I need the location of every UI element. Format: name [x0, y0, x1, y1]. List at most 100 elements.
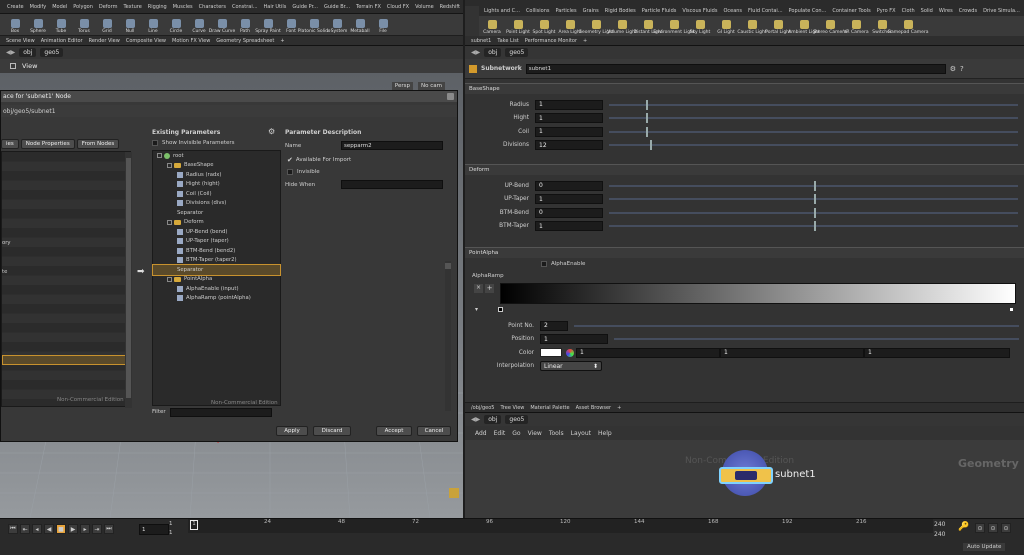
show-invisible-row[interactable]: Show Invisible Parameters: [152, 140, 235, 146]
gear-icon[interactable]: ⚙: [950, 65, 956, 73]
show-invisible-checkbox[interactable]: [152, 140, 158, 146]
network-menu-item[interactable]: Add: [475, 430, 487, 437]
parameter-type-list[interactable]: ory te Non-Commercial Edition: [1, 151, 132, 408]
dialog-tab[interactable]: Node Properties: [20, 139, 75, 149]
expander-icon[interactable]: [157, 153, 162, 159]
pane-tab[interactable]: Motion FX View: [172, 38, 210, 44]
param-field[interactable]: 1: [535, 113, 603, 124]
shelf-tab[interactable]: Pyro FX: [874, 8, 899, 14]
shelf-tool[interactable]: Tube: [50, 19, 72, 35]
shelf-tool[interactable]: Platonic Solids: [298, 19, 330, 35]
shelf-tab[interactable]: Crowds: [956, 8, 980, 14]
back-icon[interactable]: ◀▶: [6, 49, 15, 56]
current-frame-field[interactable]: 1: [139, 524, 169, 535]
shelf-tool[interactable]: Geometry Light: [578, 20, 614, 36]
node-label[interactable]: subnet1: [775, 469, 816, 480]
step-back-icon[interactable]: ◂: [32, 524, 42, 534]
shelf-tool[interactable]: Spot Light: [531, 20, 557, 36]
shelf-tab[interactable]: Constrai...: [229, 4, 261, 10]
shelf-tab[interactable]: Muscles: [170, 4, 196, 10]
list-item-selected[interactable]: [2, 355, 126, 365]
param-slider[interactable]: [609, 194, 1018, 205]
path-geo5[interactable]: geo5: [505, 48, 529, 57]
ramp-collapse-icon[interactable]: ▾: [475, 306, 478, 313]
shelf-tab[interactable]: Lights and C...: [481, 8, 523, 14]
shelf-tab[interactable]: Collisions: [523, 8, 553, 14]
desc-scrollbar[interactable]: [445, 261, 451, 411]
cancel-button[interactable]: Cancel: [417, 426, 451, 436]
param-field[interactable]: 1: [535, 99, 603, 110]
ramp-key-end[interactable]: [1009, 307, 1014, 312]
slider-knob[interactable]: [645, 99, 648, 110]
shelf-tab[interactable]: Populate Con...: [786, 8, 830, 14]
alpha-enable-checkbox[interactable]: [541, 261, 547, 267]
node-name-field[interactable]: subnet1: [525, 63, 946, 74]
shelf-tool[interactable]: Camera: [479, 20, 505, 36]
ramp-key-start[interactable]: [498, 307, 503, 312]
section-baseshape[interactable]: BaseShape: [465, 83, 1024, 94]
tree-row[interactable]: Hight (hight): [153, 180, 280, 190]
tree-row[interactable]: Coil (Coil): [153, 189, 280, 199]
back-icon[interactable]: ◀▶: [471, 49, 480, 56]
color-g-field[interactable]: 1: [720, 347, 864, 358]
section-deform[interactable]: Deform: [465, 164, 1024, 175]
pane-tab[interactable]: Animation Editor: [41, 38, 83, 44]
playhead[interactable]: 1: [190, 520, 198, 530]
back-icon[interactable]: ◀▶: [471, 416, 480, 423]
dialog-tab[interactable]: From Nodes: [76, 139, 120, 149]
list-item[interactable]: ory: [2, 240, 11, 246]
slider-knob[interactable]: [813, 194, 816, 205]
slider-knob[interactable]: [645, 113, 648, 124]
shelf-tool[interactable]: Portal Light: [765, 20, 791, 36]
shelf-tool[interactable]: Path: [234, 19, 256, 35]
key-tool-icon[interactable]: ⊙: [975, 523, 985, 533]
shelf-tool[interactable]: File: [372, 19, 394, 35]
param-slider[interactable]: [609, 180, 1018, 191]
shelf-tool[interactable]: Draw Curve: [209, 19, 235, 35]
expander-icon[interactable]: [167, 276, 172, 282]
shelf-tool[interactable]: Metaball: [349, 19, 371, 35]
shelf-tool[interactable]: Environment Light: [653, 20, 695, 36]
shelf-tool[interactable]: GI Light: [713, 20, 739, 36]
apply-button[interactable]: Apply: [276, 426, 308, 436]
param-slider[interactable]: [609, 113, 1018, 124]
shelf-tab[interactable]: Deform: [96, 4, 121, 10]
stop-icon[interactable]: ■: [56, 524, 66, 534]
pane-tab[interactable]: Performance Monitor: [525, 38, 577, 44]
path-obj[interactable]: obj: [484, 415, 502, 424]
param-field[interactable]: 1: [535, 126, 603, 137]
param-slider[interactable]: [609, 207, 1018, 218]
slider-knob[interactable]: [813, 207, 816, 218]
slider-knob[interactable]: [813, 221, 816, 232]
shelf-tab[interactable]: Guide Pr...: [289, 4, 321, 10]
color-b-field[interactable]: 1: [864, 347, 1010, 358]
tree-row[interactable]: BaseShape: [153, 161, 280, 171]
pane-tab[interactable]: Composite View: [126, 38, 166, 44]
shelf-tab[interactable]: Solid: [918, 8, 936, 14]
tree-row[interactable]: Radius (radx): [153, 170, 280, 180]
gear-icon[interactable]: ⚙: [268, 127, 275, 136]
hide-when-field[interactable]: [341, 180, 443, 189]
ramp-add-icon[interactable]: +: [485, 284, 494, 293]
network-menu-item[interactable]: Tools: [549, 430, 564, 437]
network-menu-item[interactable]: Go: [512, 430, 520, 437]
shelf-tab[interactable]: Characters: [196, 4, 229, 10]
shelf-tab[interactable]: Rigging: [145, 4, 170, 10]
discard-button[interactable]: Discard: [313, 426, 351, 436]
slider-knob[interactable]: [645, 126, 648, 137]
available-row[interactable]: ✔ Available For Import: [287, 156, 351, 164]
shelf-tab[interactable]: Grains: [580, 8, 602, 14]
subnet-node[interactable]: [719, 467, 773, 484]
pane-tab[interactable]: Asset Browser: [576, 405, 612, 411]
param-slider[interactable]: [609, 126, 1018, 137]
invisible-row[interactable]: Invisible: [287, 169, 320, 175]
tree-row[interactable]: Separator: [152, 264, 281, 276]
view-handle-icon[interactable]: [10, 63, 16, 69]
tree-row[interactable]: AlphaRamp (pointAlpha): [153, 294, 280, 304]
pane-tab[interactable]: /obj/geo5: [471, 405, 494, 411]
shelf-tab[interactable]: Cloth: [899, 8, 918, 14]
shelf-tab[interactable]: Particle Fluids: [639, 8, 680, 14]
step-forward-icon[interactable]: ▸: [80, 524, 90, 534]
color-wheel-icon[interactable]: [566, 348, 574, 357]
shelf-tool[interactable]: Gamepad Camera: [888, 20, 928, 36]
